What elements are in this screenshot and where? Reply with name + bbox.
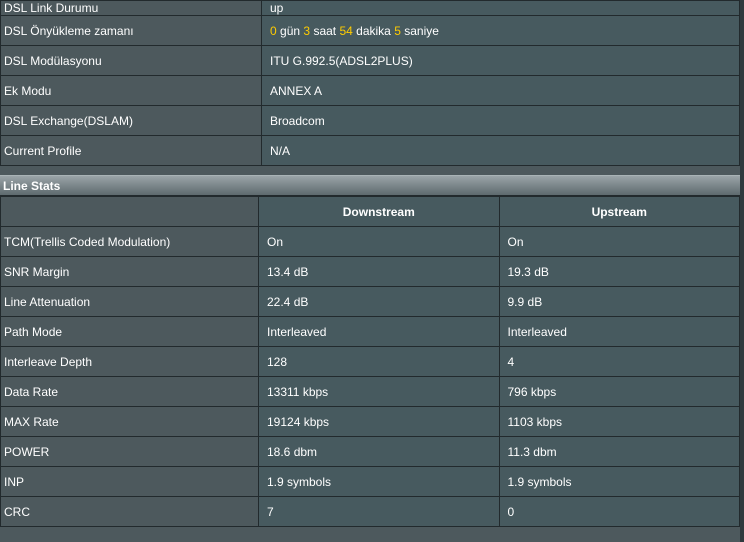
row-label: Data Rate: [0, 376, 259, 407]
row-label: DSL Önyükleme zamanı: [0, 15, 262, 46]
table-row: DSL Link Durumu up: [0, 0, 740, 16]
uptime-hours: 3: [303, 23, 311, 38]
uptime-seconds: 5: [394, 23, 401, 38]
table-row: Line Attenuation 22.4 dB 9.9 dB: [0, 286, 740, 317]
dsl-status-panel: DSL Link Durumu up DSL Önyükleme zamanı …: [0, 0, 740, 542]
downstream-value: 13.4 dB: [258, 256, 500, 287]
upstream-value: 1103 kbps: [498, 406, 740, 437]
row-label: SNR Margin: [0, 256, 259, 287]
downstream-value: 7: [258, 496, 500, 527]
current-profile-value: N/A: [261, 135, 740, 166]
downstream-value: 18.6 dbm: [258, 436, 500, 467]
table-row: SNR Margin 13.4 dB 19.3 dB: [0, 256, 740, 287]
link-status-value: up: [261, 0, 740, 16]
row-label: Current Profile: [0, 135, 262, 166]
annex-mode-value: ANNEX A: [261, 75, 740, 106]
downstream-value: 128: [258, 346, 500, 377]
row-label: CRC: [0, 496, 259, 527]
uptime-minutes: 54: [339, 23, 353, 38]
table-row: Interleave Depth 128 4: [0, 346, 740, 377]
row-label: Ek Modu: [0, 75, 262, 106]
table-row: Data Rate 13311 kbps 796 kbps: [0, 376, 740, 407]
table-row: Path Mode Interleaved Interleaved: [0, 316, 740, 347]
table-row: Ek Modu ANNEX A: [0, 75, 740, 106]
upstream-value: 4: [498, 346, 740, 377]
row-label: Line Attenuation: [0, 286, 259, 317]
uptime-days: 0: [270, 23, 277, 38]
dslam-value: Broadcom: [261, 105, 740, 136]
row-label: DSL Link Durumu: [0, 0, 262, 16]
upstream-value: 11.3 dbm: [498, 436, 740, 467]
upstream-value: 796 kbps: [498, 376, 740, 407]
uptime-value: 0 gün 3 saat 54 dakika 5 saniye: [261, 15, 740, 46]
modulation-value: ITU G.992.5(ADSL2PLUS): [261, 45, 740, 76]
table-row: DSL Önyükleme zamanı 0 gün 3 saat 54 dak…: [0, 15, 740, 46]
downstream-value: On: [258, 226, 500, 257]
upstream-value: 0: [498, 496, 740, 527]
downstream-value: 22.4 dB: [258, 286, 500, 317]
upstream-value: 19.3 dB: [498, 256, 740, 287]
row-label: INP: [0, 466, 259, 497]
table-row: INP 1.9 symbols 1.9 symbols: [0, 466, 740, 497]
table-row: CRC 7 0: [0, 496, 740, 527]
row-label: POWER: [0, 436, 259, 467]
uptime-seconds-unit: saniye: [404, 23, 439, 38]
downstream-value: Interleaved: [258, 316, 500, 347]
uptime-days-unit: gün: [280, 23, 301, 38]
row-label: TCM(Trellis Coded Modulation): [0, 226, 259, 257]
column-header-downstream: Downstream: [258, 196, 500, 227]
table-row: POWER 18.6 dbm 11.3 dbm: [0, 436, 740, 467]
downstream-value: 19124 kbps: [258, 406, 500, 437]
column-header-upstream: Upstream: [498, 196, 740, 227]
downstream-value: 1.9 symbols: [258, 466, 500, 497]
table-row: Current Profile N/A: [0, 135, 740, 166]
uptime-hours-unit: saat: [313, 23, 337, 38]
line-stats-table: Downstream Upstream TCM(Trellis Coded Mo…: [0, 196, 740, 527]
row-label: DSL Exchange(DSLAM): [0, 105, 262, 136]
downstream-value: 13311 kbps: [258, 376, 500, 407]
table-row: DSL Modülasyonu ITU G.992.5(ADSL2PLUS): [0, 45, 740, 76]
upstream-value: On: [498, 226, 740, 257]
row-label: Interleave Depth: [0, 346, 259, 377]
upstream-value: Interleaved: [498, 316, 740, 347]
table-row: DSL Exchange(DSLAM) Broadcom: [0, 105, 740, 136]
upstream-value: 1.9 symbols: [498, 466, 740, 497]
table-header-row: Downstream Upstream: [0, 196, 740, 227]
table-row: MAX Rate 19124 kbps 1103 kbps: [0, 406, 740, 437]
row-label: MAX Rate: [0, 406, 259, 437]
table-row: TCM(Trellis Coded Modulation) On On: [0, 226, 740, 257]
upstream-value: 9.9 dB: [498, 286, 740, 317]
line-stats-header: Line Stats: [0, 175, 740, 196]
header-blank-cell: [0, 196, 259, 227]
row-label: Path Mode: [0, 316, 259, 347]
uptime-minutes-unit: dakika: [356, 23, 391, 38]
dsl-status-table: DSL Link Durumu up DSL Önyükleme zamanı …: [0, 0, 740, 166]
row-label: DSL Modülasyonu: [0, 45, 262, 76]
